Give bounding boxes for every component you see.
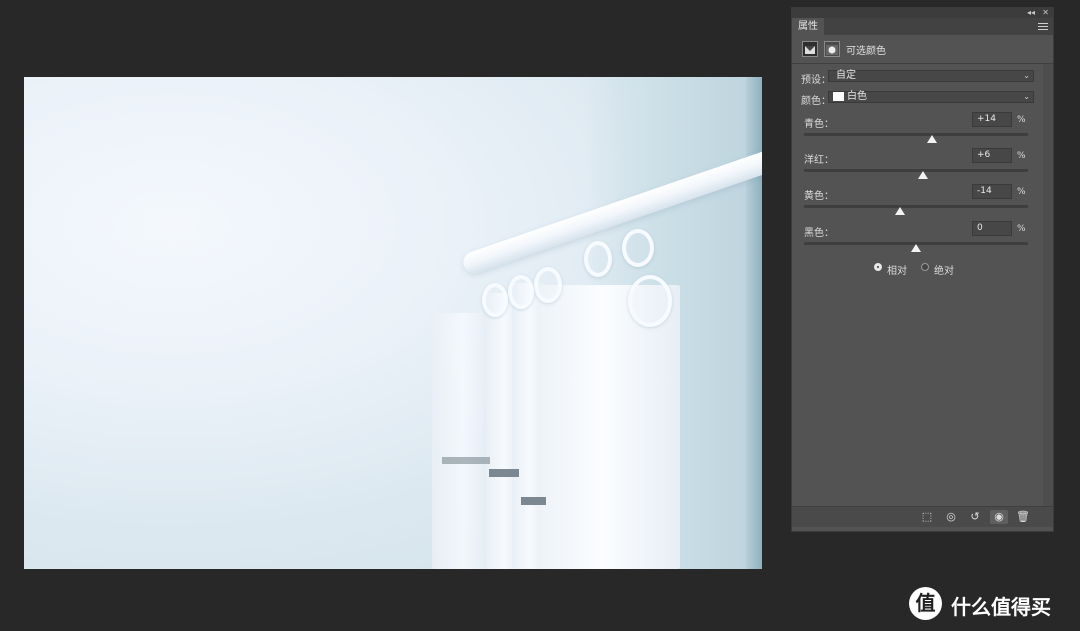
close-panel-icon[interactable]: ✕	[1042, 8, 1049, 18]
clip-to-layer-icon[interactable]: ⬚	[918, 510, 936, 524]
adjustment-header: 可选颜色	[802, 41, 1042, 59]
watermark-badge: 值	[909, 587, 942, 620]
yellow-slider-group: 黄色： -14 %	[804, 184, 1040, 217]
photo-curtain-stripe	[521, 497, 546, 505]
photo-curtain-ring	[622, 229, 654, 267]
panel-menu-icon[interactable]	[1038, 21, 1048, 31]
black-percent: %	[1017, 224, 1026, 234]
relative-radio[interactable]	[874, 263, 882, 271]
watermark-text: 什么值得买	[951, 595, 1051, 619]
document-canvas-photo[interactable]	[24, 77, 762, 569]
yellow-value-field[interactable]: -14	[972, 184, 1012, 199]
black-slider-thumb[interactable]	[911, 244, 921, 252]
cyan-value-field[interactable]: +14	[972, 112, 1012, 127]
photo-curtain-ring	[534, 267, 562, 303]
magenta-percent: %	[1017, 151, 1026, 161]
magenta-slider-group: 洋红： +6 %	[804, 148, 1040, 181]
layer-mask-icon[interactable]	[824, 41, 840, 57]
cyan-slider-group: 青色： +14 %	[804, 112, 1040, 145]
photo-wall-edge	[746, 77, 762, 569]
chevron-down-icon: ⌄	[1023, 71, 1030, 80]
absolute-radio[interactable]	[921, 263, 929, 271]
collapse-panel-icon[interactable]: ◂◂	[1027, 8, 1035, 18]
preset-label: 预设：	[801, 75, 831, 86]
color-swatch-icon	[833, 92, 844, 101]
selective-color-adjustment-icon[interactable]	[802, 41, 818, 57]
black-label: 黑色：	[804, 228, 834, 239]
photo-curtain-panel-left	[432, 313, 494, 569]
trash-icon[interactable]: 🗑	[1014, 510, 1032, 524]
panel-divider	[792, 63, 1053, 64]
panel-title-bar: ◂◂ ✕	[792, 8, 1053, 18]
colors-label: 颜色：	[801, 96, 831, 107]
cyan-label: 青色：	[804, 119, 834, 130]
photo-curtain-stripe	[489, 469, 519, 477]
magenta-slider-thumb[interactable]	[917, 171, 928, 179]
relative-radio-label[interactable]: 相对	[887, 262, 907, 277]
photo-curtain-ring	[584, 241, 612, 277]
yellow-slider-track[interactable]	[804, 205, 1028, 208]
photo-curtain-ring	[508, 275, 534, 309]
colors-dropdown[interactable]: 白色 ⌄	[828, 91, 1034, 103]
chevron-down-icon: ⌄	[1023, 92, 1030, 101]
adjustment-title: 可选颜色	[846, 46, 886, 57]
magenta-slider-track[interactable]	[804, 169, 1028, 172]
black-slider-group: 黑色： 0 %	[804, 221, 1040, 254]
yellow-slider-thumb[interactable]	[895, 207, 906, 215]
cyan-slider-track[interactable]	[804, 133, 1028, 136]
tab-properties[interactable]: 属性	[792, 18, 824, 35]
properties-panel: ◂◂ ✕ 属性 可选颜色 预设： 自定 ⌄ 颜色： 白色 ⌄ 青色： +14 %…	[791, 7, 1054, 532]
yellow-label: 黄色：	[804, 191, 834, 202]
panel-scrollbar[interactable]	[1043, 64, 1053, 506]
visibility-eye-icon[interactable]: ◉	[990, 510, 1008, 524]
preset-value: 自定	[836, 70, 856, 81]
view-previous-state-icon[interactable]: ◎	[942, 510, 960, 524]
cyan-percent: %	[1017, 115, 1026, 125]
magenta-label: 洋红：	[804, 155, 834, 166]
watermark-logo: 值 什么值得买	[909, 587, 1069, 621]
method-radio-group: 相对 绝对	[874, 262, 1034, 277]
photo-curtain-ring	[482, 283, 508, 317]
reset-icon[interactable]: ↺	[966, 510, 984, 524]
black-value-field[interactable]: 0	[972, 221, 1012, 236]
photo-curtain-ring	[628, 275, 672, 327]
photo-curtain-panel-right	[540, 285, 680, 569]
panel-tab-row: 属性	[792, 18, 1053, 35]
magenta-value-field[interactable]: +6	[972, 148, 1012, 163]
yellow-percent: %	[1017, 187, 1026, 197]
photo-curtain-stripe	[442, 457, 490, 464]
colors-value: 白色	[847, 91, 867, 102]
preset-dropdown[interactable]: 自定 ⌄	[828, 70, 1034, 82]
absolute-radio-label[interactable]: 绝对	[934, 262, 954, 277]
cyan-slider-thumb[interactable]	[926, 135, 937, 143]
panel-bottom-toolbar: ⬚ ◎ ↺ ◉ 🗑	[792, 506, 1053, 527]
